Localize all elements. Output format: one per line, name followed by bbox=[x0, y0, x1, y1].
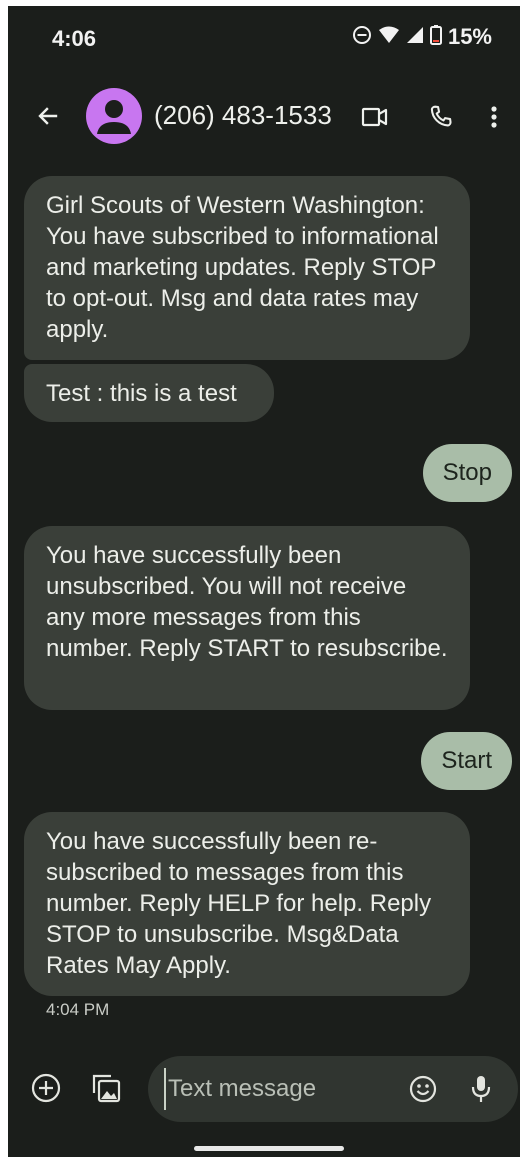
do-not-disturb-icon bbox=[352, 25, 372, 50]
emoji-button[interactable] bbox=[406, 1072, 440, 1106]
back-button[interactable] bbox=[30, 98, 66, 134]
status-icons: 15% bbox=[352, 24, 492, 50]
avatar[interactable] bbox=[86, 88, 142, 144]
add-icon bbox=[31, 1073, 61, 1103]
contact-name[interactable]: (206) 483-1533 bbox=[154, 100, 332, 131]
messages-screen: 4:06 15% (206) 483-1533 Girl Scouts of W… bbox=[8, 6, 520, 1157]
mic-icon bbox=[471, 1076, 491, 1102]
compose-field bbox=[148, 1056, 518, 1122]
status-time: 4:06 bbox=[52, 26, 97, 51]
phone-icon bbox=[430, 105, 452, 127]
phone-call-button[interactable] bbox=[424, 100, 458, 134]
video-call-icon bbox=[361, 107, 388, 127]
more-vert-icon bbox=[491, 106, 497, 128]
voice-input-button[interactable] bbox=[464, 1072, 498, 1106]
message-outgoing[interactable]: Start bbox=[421, 732, 512, 790]
back-arrow-icon bbox=[38, 107, 58, 125]
message-incoming[interactable]: You have successfully been re-subscribed… bbox=[24, 812, 470, 996]
message-incoming[interactable]: You have successfully been unsubscribed.… bbox=[24, 526, 470, 710]
message-incoming[interactable]: Girl Scouts of Western Washington: You h… bbox=[24, 176, 470, 360]
message-incoming[interactable]: Test : this is a test bbox=[24, 364, 274, 422]
gallery-button[interactable] bbox=[86, 1068, 126, 1108]
conversation-header: (206) 483-1533 bbox=[8, 84, 520, 148]
add-attachment-button[interactable] bbox=[28, 1070, 64, 1106]
wifi-icon bbox=[378, 26, 400, 49]
gallery-icon bbox=[92, 1074, 121, 1103]
cell-signal-icon bbox=[406, 26, 424, 49]
person-icon bbox=[97, 100, 131, 134]
battery-icon bbox=[429, 24, 442, 50]
message-input[interactable] bbox=[164, 1068, 388, 1110]
battery-percentage: 15% bbox=[447, 24, 492, 49]
more-options-button[interactable] bbox=[482, 100, 506, 134]
message-timestamp: 4:04 PM bbox=[46, 1000, 110, 1019]
status-bar: 4:06 15% bbox=[8, 6, 520, 62]
message-outgoing[interactable]: Stop bbox=[422, 444, 512, 502]
emoji-icon bbox=[409, 1075, 437, 1103]
video-call-button[interactable] bbox=[358, 100, 392, 134]
home-indicator[interactable] bbox=[194, 1146, 344, 1151]
